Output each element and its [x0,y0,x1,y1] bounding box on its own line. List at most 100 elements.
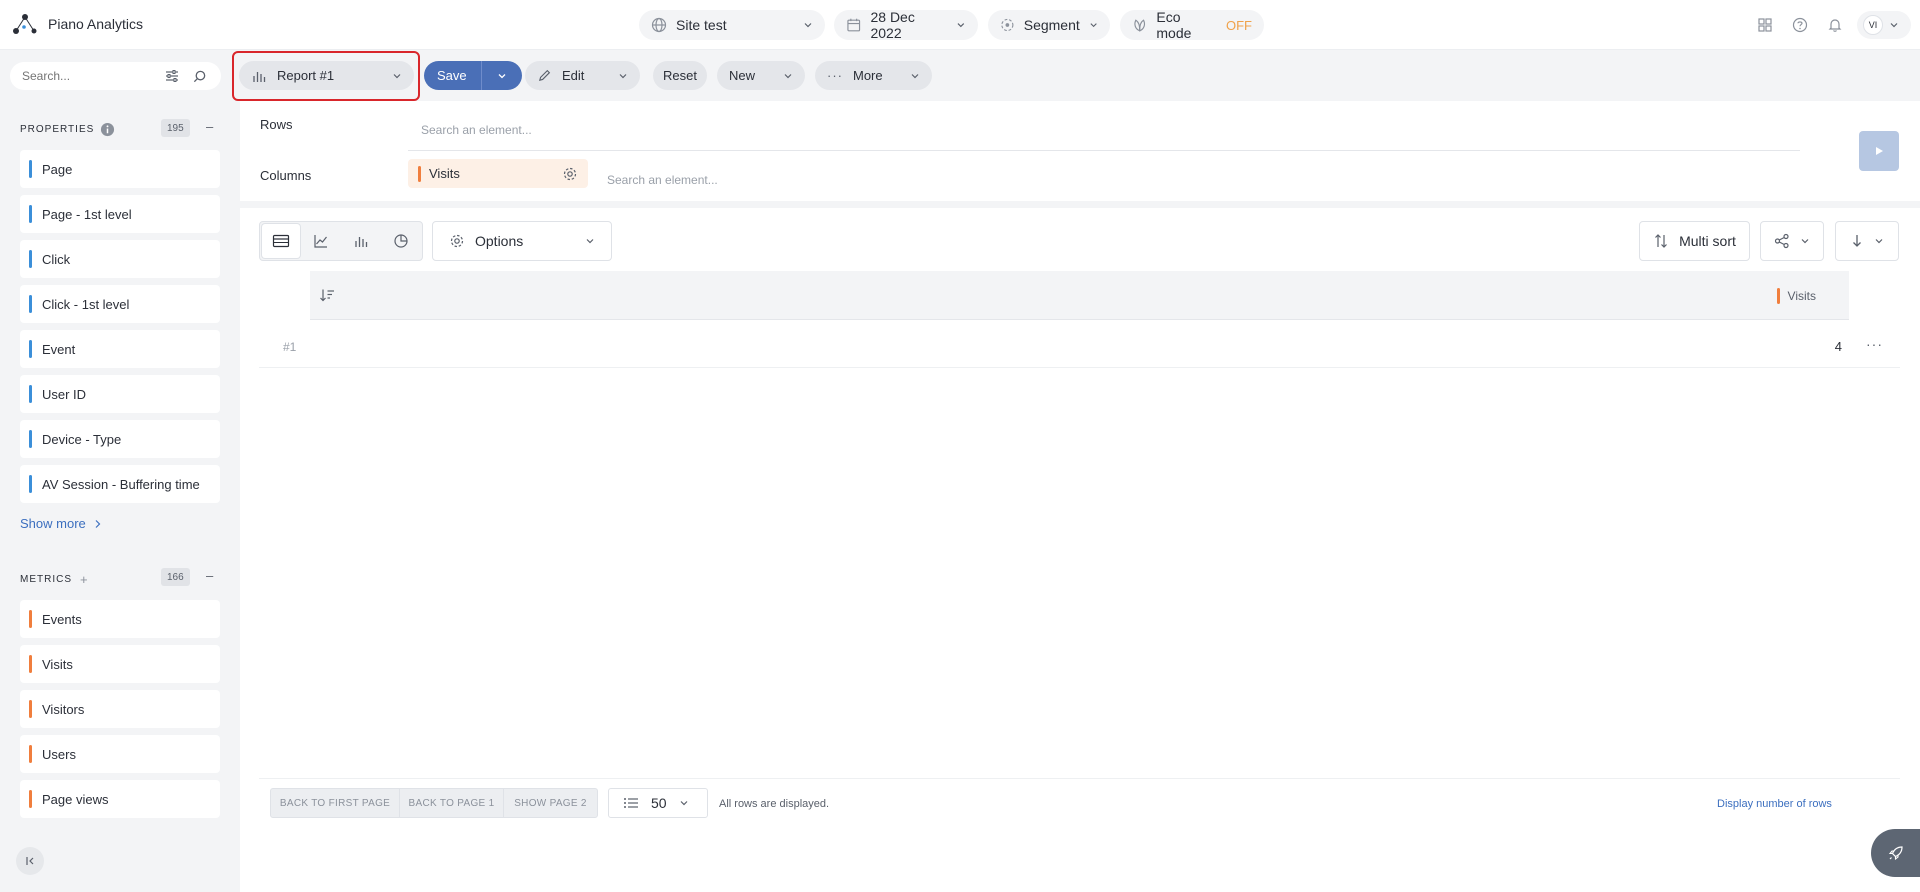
property-item-click[interactable]: Click [20,240,220,278]
segment-icon [1001,18,1014,32]
property-accent [29,430,32,448]
chevron-down-icon [1890,23,1898,28]
share-button[interactable] [1760,221,1824,261]
ellipsis-icon: ··· [827,68,843,83]
launch-button[interactable] [1871,829,1920,877]
property-item-user-id[interactable]: User ID [20,375,220,413]
metrics-count: 166 [161,568,190,586]
property-item-page-1st-level[interactable]: Page - 1st level [20,195,220,233]
list-item-label: Device - Type [42,431,122,447]
collapse-properties-button[interactable]: – [206,119,213,134]
add-metric-icon[interactable]: + [80,572,89,587]
row-more-button[interactable]: ··· [1866,336,1883,352]
play-icon [1876,147,1883,155]
more-button[interactable]: ··· More [815,61,932,90]
column-chip-label: Visits [429,166,460,181]
save-button[interactable]: Save [424,61,482,90]
property-item-page[interactable]: Page [20,150,220,188]
metric-item-visits[interactable]: Visits [20,645,220,683]
eco-mode-toggle[interactable]: Eco mode OFF [1120,9,1264,41]
chevron-down-icon [586,239,594,244]
segment-label: Segment [1023,17,1080,33]
site-selector[interactable]: Site test [639,10,825,40]
property-item-av-session-buffering-time[interactable]: AV Session - Buffering time [20,465,220,503]
line-chart-button[interactable] [302,224,340,258]
list-item-label: Page [42,161,73,177]
list-item-label: Page views [42,791,109,807]
columns-search-input[interactable]: Search an element... [607,173,718,187]
notifications-button[interactable] [1825,15,1845,35]
new-button[interactable]: New [717,61,805,90]
chevron-down-icon [619,73,627,78]
apps-grid-button[interactable] [1755,15,1775,35]
column-header-label: Visits [1787,289,1816,303]
main-panel [240,101,1920,892]
column-chip-visits[interactable]: Visits [408,159,588,188]
site-selector-label: Site test [676,17,727,33]
export-button[interactable] [1835,221,1899,261]
user-menu[interactable]: VI [1857,11,1911,39]
filter-icon[interactable] [164,68,180,84]
info-icon[interactable] [100,122,115,137]
row-value-visits: 4 [1834,339,1842,354]
metrics-section-title: METRICS + [20,572,89,587]
options-dropdown[interactable]: Options [432,221,612,261]
table-row-divider [259,367,1900,368]
rows-divider [408,150,1800,151]
pencil-icon [539,69,551,81]
metric-accent [1776,288,1780,304]
show-page-2-button[interactable]: SHOW PAGE 2 [504,789,597,817]
multi-sort-label: Multi sort [1679,233,1736,249]
rows-per-page-value: 50 [651,795,667,811]
property-item-device-type[interactable]: Device - Type [20,420,220,458]
sort-icon [1655,234,1668,248]
show-more-link[interactable]: Show more [20,516,102,531]
list-item-label: Users [42,746,76,762]
eco-mode-state: OFF [1226,17,1252,33]
rows-per-page-select[interactable]: 50 [608,788,708,818]
property-item-event[interactable]: Event [20,330,220,368]
metric-item-visitors[interactable]: Visitors [20,690,220,728]
metric-item-events[interactable]: Events [20,600,220,638]
date-picker[interactable]: 28 Dec 2022 [834,9,978,41]
metrics-title: METRICS [20,574,72,585]
bar-chart-button[interactable] [342,224,380,258]
metric-accent [29,790,32,808]
metric-item-page-views[interactable]: Page views [20,780,220,818]
visualization-switcher [259,221,423,261]
sort-rows-icon[interactable] [319,288,335,302]
list-icon [624,798,638,808]
chevron-down-icon [911,73,919,78]
table-view-button[interactable] [262,224,300,258]
property-accent [29,475,32,493]
reset-button[interactable]: Reset [653,61,707,90]
back-to-first-page-button[interactable]: BACK TO FIRST PAGE [271,789,400,817]
property-item-click-1st-level[interactable]: Click - 1st level [20,285,220,323]
search-input[interactable] [22,69,152,83]
property-accent [29,340,32,358]
multi-sort-button[interactable]: Multi sort [1639,221,1750,261]
column-header-visits[interactable]: Visits [1776,288,1816,304]
back-to-page-1-button[interactable]: BACK TO PAGE 1 [400,789,504,817]
edit-button[interactable]: Edit [525,61,640,90]
top-bar: Piano Analytics Site test 28 Dec 2022 Se… [0,0,1920,50]
pie-chart-button[interactable] [382,224,420,258]
gear-icon[interactable] [562,166,578,182]
rows-search-input[interactable]: Search an element... [421,123,532,137]
metric-accent [418,165,421,182]
help-button[interactable] [1790,15,1810,35]
bar-chart-icon [355,237,368,247]
calendar-icon [847,18,861,32]
run-button[interactable] [1859,131,1899,171]
globe-icon [651,17,667,33]
search-icon[interactable] [192,69,207,84]
app-logo[interactable]: Piano Analytics [12,13,143,35]
options-label: Options [475,233,524,249]
segment-selector[interactable]: Segment [988,10,1110,40]
collapse-sidebar-button[interactable] [16,847,44,875]
collapse-metrics-button[interactable]: – [206,568,213,583]
metric-item-users[interactable]: Users [20,735,220,773]
display-number-of-rows-link[interactable]: Display number of rows [1717,798,1832,810]
save-options-button[interactable] [482,61,522,90]
chevron-right-icon [95,519,101,528]
